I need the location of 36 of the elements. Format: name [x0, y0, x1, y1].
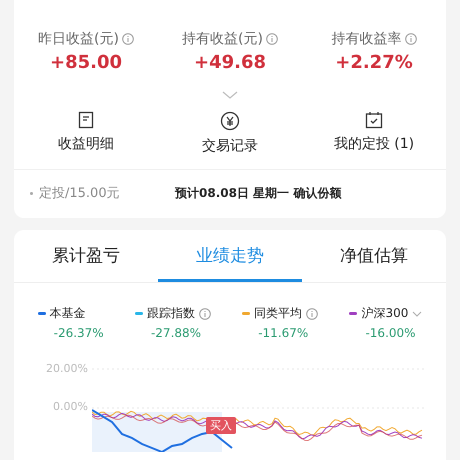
tab[interactable]: 净值估算: [302, 230, 446, 282]
calendar-check-icon[interactable]: [365, 111, 383, 129]
bullet-dot: [30, 192, 33, 194]
document-icon[interactable]: [78, 111, 94, 129]
tab[interactable]: 累计盈亏: [14, 230, 158, 282]
tab[interactable]: 业绩走势: [158, 230, 302, 282]
legend-name[interactable]: 跟踪指数: [146, 305, 195, 322]
stat-value: +2.27%: [335, 52, 413, 73]
legend-value: -26.37%: [52, 326, 104, 340]
y-axis-label: 0.00%: [53, 400, 88, 413]
plan-confirm-date: 预计08.08日 星期一 确认份额: [175, 184, 342, 202]
action-label[interactable]: 交易记录: [202, 137, 258, 155]
plan-amount: 定投/15.00元: [39, 185, 121, 202]
legend-name[interactable]: 沪深300: [361, 305, 408, 322]
info-icon[interactable]: [266, 33, 278, 45]
action-label[interactable]: 我的定投 (1): [334, 135, 414, 153]
info-icon[interactable]: [404, 33, 416, 45]
legend-value: -11.67%: [257, 326, 310, 340]
stat-label: 持有收益率: [332, 30, 402, 48]
legend-name[interactable]: 同类平均: [254, 305, 302, 322]
legend-value: -27.88%: [150, 326, 202, 340]
y-axis-label: 20.00%: [46, 362, 88, 375]
chevron-down-icon[interactable]: [222, 91, 238, 99]
action-label[interactable]: 收益明细: [58, 135, 114, 153]
stat-value: +49.68: [194, 52, 266, 73]
stat-label: 持有收益(元): [182, 30, 263, 48]
legend-name[interactable]: 本基金: [50, 305, 86, 322]
info-icon[interactable]: [306, 308, 318, 320]
info-icon[interactable]: [198, 308, 211, 320]
chevron-down-icon[interactable]: [412, 310, 422, 316]
stat-value: +85.00: [50, 52, 122, 73]
yen-coin-icon[interactable]: [220, 111, 240, 131]
stat-label: 昨日收益(元): [38, 30, 119, 48]
info-icon[interactable]: [122, 33, 134, 45]
legend-value: -16.00%: [364, 326, 417, 340]
buy-marker: 买入: [206, 417, 236, 434]
